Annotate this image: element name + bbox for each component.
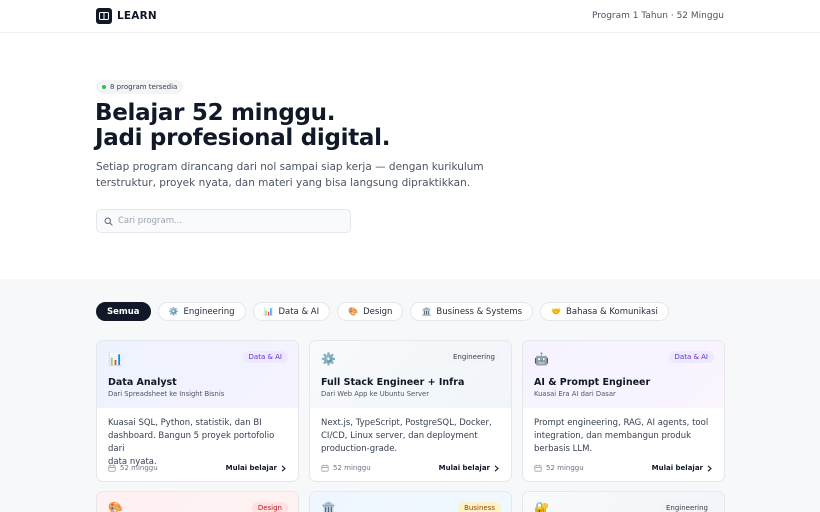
- duration-text: 52 minggu: [546, 464, 584, 472]
- catalog-section: Semua ⚙️ Engineering 📊 Data & AI 🎨 Desig…: [0, 279, 820, 512]
- card-header: 🤖 Data & AI AI & Prompt Engineer Kuasai …: [523, 341, 724, 408]
- cta-label: Mulai belajar: [438, 464, 490, 472]
- filter-bahasa-komunikasi[interactable]: 🤝 Bahasa & Komunikasi: [540, 302, 669, 321]
- program-card-full-stack[interactable]: ⚙️ Engineering Full Stack Engineer + Inf…: [309, 340, 512, 482]
- palette-icon: 🎨: [348, 307, 359, 316]
- building-icon: 🏛️: [321, 501, 336, 512]
- card-title: Data Analyst: [108, 377, 177, 388]
- card-description: Next.js, TypeScript, PostgreSQL, Docker,…: [321, 417, 503, 456]
- available-text: 8 program tersedia: [110, 83, 178, 91]
- filter-business-systems[interactable]: 🏛️ Business & Systems: [410, 302, 534, 321]
- desc-line: CI/CD, Linux server, dan deployment: [321, 431, 478, 441]
- filter-label: Design: [363, 306, 393, 317]
- hero-section: 8 program tersedia Belajar 52 minggu. Ja…: [0, 33, 820, 279]
- calendar-icon: [321, 464, 329, 472]
- card-header: 📊 Data & AI Data Analyst Dari Spreadshee…: [97, 341, 298, 408]
- desc-line: Next.js, TypeScript, PostgreSQL, Docker,: [321, 418, 492, 428]
- filter-label: Semua: [107, 306, 140, 317]
- cta-label: Mulai belajar: [225, 464, 277, 472]
- search-input[interactable]: [118, 216, 338, 226]
- filter-all[interactable]: Semua: [96, 302, 151, 321]
- card-duration: 52 minggu: [108, 464, 158, 472]
- book-icon: [96, 8, 112, 24]
- card-description: Prompt engineering, RAG, AI agents, tool…: [534, 417, 716, 456]
- card-title: AI & Prompt Engineer: [534, 377, 651, 388]
- category-badge: Data & AI: [242, 351, 288, 363]
- handshake-icon: 🤝: [551, 307, 562, 316]
- filter-label: Data & AI: [278, 306, 320, 317]
- chevron-right-icon: [494, 464, 499, 472]
- top-bar: LEARN Program 1 Tahun · 52 Minggu: [0, 0, 820, 33]
- card-title: Full Stack Engineer + Infra: [321, 377, 465, 388]
- chart-icon: 📊: [263, 307, 274, 316]
- lock-icon: 🔐: [534, 501, 549, 512]
- robot-icon: 🤖: [534, 352, 549, 366]
- category-badge: Design: [251, 502, 288, 512]
- start-learning-link[interactable]: Mulai belajar: [439, 464, 499, 472]
- desc-line: dashboard. Bangun 5 proyek portofolio da…: [108, 431, 275, 454]
- category-badge: Engineering: [447, 351, 501, 363]
- page-subtitle: Setiap program dirancang dari nol sampai…: [96, 159, 496, 191]
- available-badge: 8 program tersedia: [96, 80, 184, 94]
- building-icon: 🏛️: [421, 307, 432, 316]
- desc-line: berbasis LLM.: [534, 444, 593, 454]
- category-badge: Business: [458, 502, 501, 512]
- desc-line: Kuasai SQL, Python, statistik, dan BI: [108, 418, 262, 428]
- category-badge: Data & AI: [668, 351, 714, 363]
- page-title: Belajar 52 minggu. Jadi profesional digi…: [95, 101, 390, 151]
- program-card-engineering-2[interactable]: 🔐 Engineering: [522, 491, 725, 512]
- brand-name: LEARN: [117, 10, 157, 22]
- category-filters: Semua ⚙️ Engineering 📊 Data & AI 🎨 Desig…: [96, 302, 669, 321]
- card-header: ⚙️ Engineering Full Stack Engineer + Inf…: [310, 341, 511, 408]
- card-header: 🔐 Engineering: [523, 492, 724, 512]
- start-learning-link[interactable]: Mulai belajar: [226, 464, 286, 472]
- chevron-right-icon: [281, 464, 286, 472]
- filter-engineering[interactable]: ⚙️ Engineering: [157, 302, 246, 321]
- title-line-2: Jadi profesional digital.: [95, 125, 391, 151]
- gear-icon: ⚙️: [168, 307, 179, 316]
- status-dot-icon: [102, 85, 106, 89]
- program-card-business[interactable]: 🏛️ Business: [309, 491, 512, 512]
- subtitle-line-2: terstruktur, proyek nyata, dan materi ya…: [96, 177, 471, 189]
- search-icon: [104, 217, 113, 226]
- filter-design[interactable]: 🎨 Design: [337, 302, 404, 321]
- calendar-icon: [534, 464, 542, 472]
- program-card-ai-prompt[interactable]: 🤖 Data & AI AI & Prompt Engineer Kuasai …: [522, 340, 725, 482]
- card-subtitle: Dari Spreadsheet ke Insight Bisnis: [108, 390, 225, 398]
- subtitle-line-1: Setiap program dirancang dari nol sampai…: [96, 161, 484, 173]
- card-duration: 52 minggu: [534, 464, 584, 472]
- card-header: 🏛️ Business: [310, 492, 511, 512]
- desc-line: Prompt engineering, RAG, AI agents, tool: [534, 418, 709, 428]
- filter-label: Engineering: [183, 306, 235, 317]
- filter-label: Business & Systems: [436, 306, 523, 317]
- start-learning-link[interactable]: Mulai belajar: [652, 464, 712, 472]
- title-line-1: Belajar 52 minggu.: [95, 100, 336, 126]
- category-badge: Engineering: [660, 502, 714, 512]
- card-description: Kuasai SQL, Python, statistik, dan BI da…: [108, 417, 290, 469]
- card-subtitle: Kuasai Era AI dari Dasar: [534, 390, 616, 398]
- chevron-right-icon: [707, 464, 712, 472]
- card-header: 🎨 Design: [97, 492, 298, 512]
- desc-line: production-grade.: [321, 444, 398, 454]
- chart-icon: 📊: [108, 352, 123, 366]
- program-card-data-analyst[interactable]: 📊 Data & AI Data Analyst Dari Spreadshee…: [96, 340, 299, 482]
- calendar-icon: [108, 464, 116, 472]
- cta-label: Mulai belajar: [651, 464, 703, 472]
- search-box[interactable]: [96, 209, 351, 233]
- brand[interactable]: LEARN: [96, 8, 157, 24]
- card-subtitle: Dari Web App ke Ubuntu Server: [321, 390, 430, 398]
- program-info: Program 1 Tahun · 52 Minggu: [591, 11, 724, 21]
- filter-data-ai[interactable]: 📊 Data & AI: [252, 302, 331, 321]
- palette-icon: 🎨: [108, 501, 123, 512]
- duration-text: 52 minggu: [120, 464, 158, 472]
- gear-icon: ⚙️: [321, 352, 336, 366]
- program-card-design[interactable]: 🎨 Design: [96, 491, 299, 512]
- card-duration: 52 minggu: [321, 464, 371, 472]
- filter-label: Bahasa & Komunikasi: [566, 306, 658, 317]
- desc-line: integration, dan membangun produk: [534, 431, 692, 441]
- duration-text: 52 minggu: [333, 464, 371, 472]
